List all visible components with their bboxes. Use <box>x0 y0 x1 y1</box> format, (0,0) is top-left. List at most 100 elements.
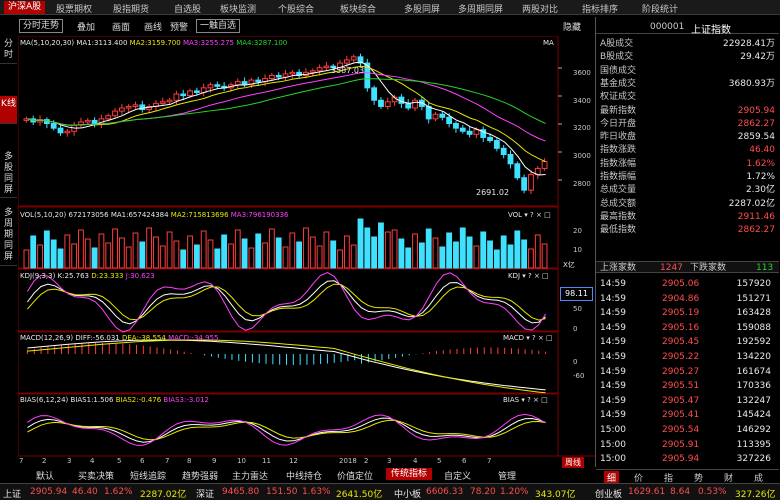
menu-item-7[interactable]: 多股同屏 <box>404 2 440 15</box>
tab-kline-label: K线 <box>1 99 16 109</box>
sz-change: 151.50 <box>266 487 298 497</box>
menu-item-6[interactable]: 板块综合 <box>340 2 376 15</box>
candle-body <box>316 67 323 72</box>
volume-bar <box>425 228 432 269</box>
quote-row-value: 1.62% <box>746 158 775 169</box>
quote-row-label: 今日开盘 <box>600 118 637 129</box>
indicator-tab-6[interactable]: 价值定位 <box>337 469 373 482</box>
ma-line-4 <box>27 78 546 126</box>
forecast-button[interactable]: 预警 <box>170 20 188 33</box>
candle-body <box>323 65 330 69</box>
menu-item-9[interactable]: 两股对比 <box>522 2 558 15</box>
kdj-tag-text: KDJ <box>508 272 521 280</box>
quote-name: 上证指数 <box>691 25 731 36</box>
indicator-tab-4[interactable]: 主力雷达 <box>232 469 268 482</box>
volume-bar <box>207 239 214 269</box>
tick-row: 14:59 2905.47 132247 <box>596 395 779 407</box>
tick-row: 15:00 2905.54 146292 <box>596 424 779 436</box>
indicator-tab-9[interactable]: 管理 <box>498 469 516 482</box>
indicator-tab-1[interactable]: 买卖决策 <box>78 469 114 482</box>
candle-body <box>500 147 507 156</box>
candle-body <box>282 73 289 78</box>
indicator-tab-8[interactable]: 自定义 <box>444 469 471 482</box>
axis-label-kdj: 50 <box>573 305 582 313</box>
x-axis-label: 12 <box>289 457 298 465</box>
x-axis-label: 11 <box>262 457 271 465</box>
volume-bar <box>316 245 323 269</box>
quote-row: 最新指数 2905.94 <box>596 105 779 117</box>
menu-item-3[interactable]: 自选股 <box>174 2 201 15</box>
menu-item-2[interactable]: 股指期货 <box>113 2 149 15</box>
bias-1: BIAS1:1.506 <box>70 396 114 404</box>
candle-body <box>459 127 466 132</box>
candle-body <box>541 160 548 169</box>
menu-item-10[interactable]: 指标排序 <box>582 2 618 15</box>
vol-value: 672173056 <box>68 211 109 219</box>
quote-row-label: 指数振幅 <box>600 172 637 182</box>
tab-multi-period[interactable]: 多周期同屏 <box>0 206 17 266</box>
menu-item-11[interactable]: 阶段统计 <box>642 2 678 15</box>
indicator-tab-0[interactable]: 默认 <box>36 469 54 482</box>
x-axis-label: 2 <box>364 457 369 465</box>
period-select[interactable]: 一触自选 <box>196 19 241 33</box>
x-axis-label: 8 <box>187 457 192 465</box>
tick-time: 14:59 <box>600 293 626 304</box>
volume-bar <box>466 236 473 269</box>
indicator-tab-7[interactable]: 传统指标 <box>386 468 433 480</box>
tick-time: 14:59 <box>600 366 626 377</box>
volume-bar <box>37 244 43 269</box>
tick-row: 14:59 2905.22 134220 <box>596 351 779 363</box>
candle-body <box>255 79 262 83</box>
tick-time: 15:00 <box>600 454 626 465</box>
quote-row-value: 46.40 <box>749 145 775 156</box>
menu-item-0[interactable]: 沪深A股 <box>4 1 46 14</box>
volume-bar <box>193 244 200 269</box>
axis-label-price: 3600 <box>573 69 591 77</box>
tab-time-share[interactable]: 分时 <box>0 36 17 64</box>
sh-change: 46.40 <box>72 487 98 497</box>
candle-body <box>50 123 57 129</box>
axis-label-price: 3400 <box>573 97 591 105</box>
quote-header: 000001 上证指数 <box>596 20 779 36</box>
kdj-cursor-value: 98.11 <box>560 287 593 301</box>
ma1-value: MA1:3113.400 <box>76 39 128 47</box>
tick-volume: 170336 <box>736 381 771 392</box>
tick-volume: 113395 <box>736 439 771 450</box>
indicator-tab-3[interactable]: 趋势强弱 <box>182 469 218 482</box>
quote-row-value: 2859.54 <box>737 132 775 143</box>
vol-unit: X亿 <box>563 261 575 269</box>
tick-volume: 145424 <box>736 410 771 421</box>
volume-bar <box>105 242 112 269</box>
menu-item-4[interactable]: 板块监测 <box>220 2 256 15</box>
low-annotation: 2691.02 <box>476 188 510 197</box>
overlay-button[interactable]: 叠加 <box>77 20 95 33</box>
time-share-button[interactable]: 分时走势 <box>19 19 64 33</box>
indicator-tab-5[interactable]: 中线持仓 <box>286 469 322 482</box>
candle-body <box>241 81 248 86</box>
draw-button[interactable]: 画面 <box>112 20 130 33</box>
x-axis-label: 4 <box>413 457 418 465</box>
candle-body <box>180 93 187 97</box>
volume-bar <box>289 232 296 269</box>
tab-kline[interactable]: K线 <box>0 96 17 124</box>
axis-label-vol: 20 <box>573 227 582 235</box>
hide-button[interactable]: 隐藏 <box>563 20 581 33</box>
quote-row-label: 昨日收盘 <box>600 132 637 143</box>
menu-item-5[interactable]: 个股综合 <box>278 2 314 15</box>
high-annotation: 3587.03 <box>331 66 365 75</box>
menu-item-1[interactable]: 股票期权 <box>56 2 92 15</box>
volume-bar <box>91 247 98 269</box>
tick-time: 15:00 <box>600 439 626 450</box>
x-axis-label: 6 <box>462 457 467 465</box>
line-draw-button[interactable]: 画线 <box>144 20 162 33</box>
quote-row-label: 总成交量 <box>600 185 637 196</box>
quote-row-value: 2287.02亿 <box>728 198 775 209</box>
quote-row: 今日开盘 2862.27 <box>596 118 779 130</box>
week-button[interactable]: 周线 <box>562 457 584 468</box>
volume-bar <box>473 245 480 269</box>
menu-item-8[interactable]: 多周期同屏 <box>458 2 503 15</box>
x-axis-label: 6 <box>140 457 145 465</box>
quote-row-label: 国债成交 <box>600 65 637 76</box>
indicator-tab-2[interactable]: 短线追踪 <box>130 469 166 482</box>
tab-multi-stock[interactable]: 多股同屏 <box>0 150 17 198</box>
